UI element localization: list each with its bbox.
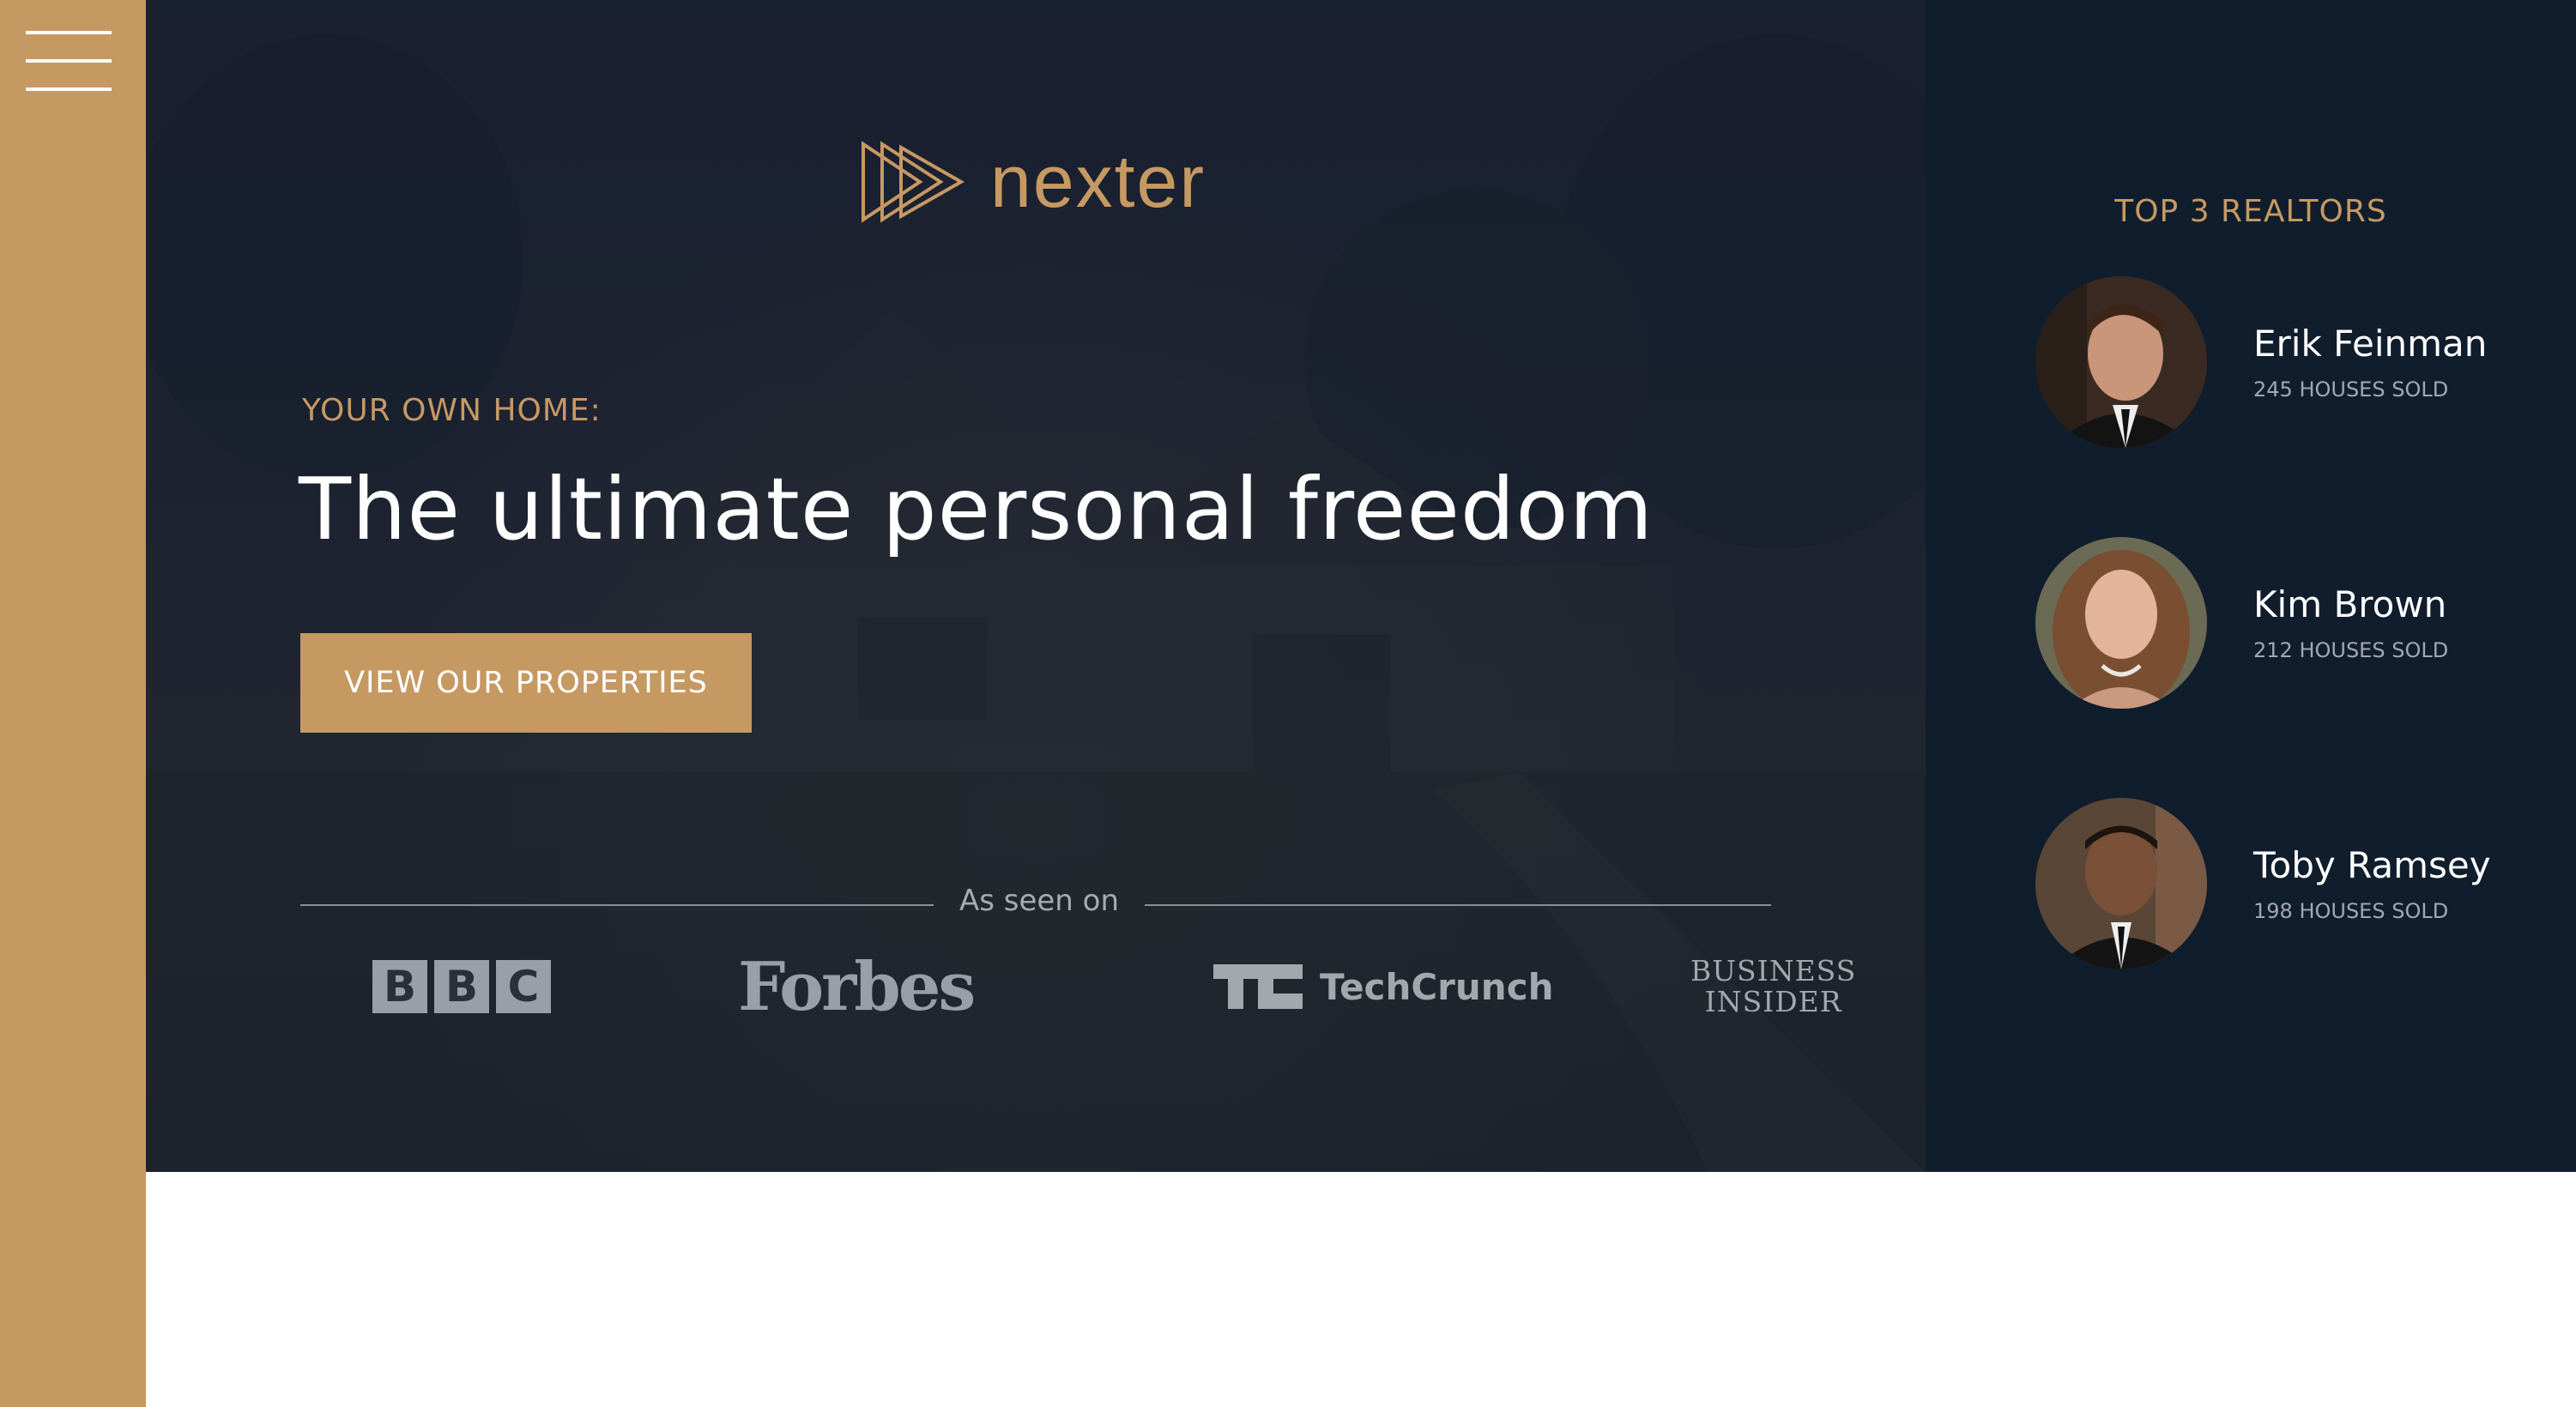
bbc-letter: C: [496, 960, 551, 1013]
techcrunch-mark-icon: [1213, 964, 1303, 1009]
realtor-name: Kim Brown: [2253, 583, 2447, 625]
techcrunch-logo: TechCrunch: [1213, 952, 1554, 1021]
bbc-letter: B: [434, 960, 489, 1013]
as-seen-on-label: As seen on: [958, 884, 1120, 918]
avatar: [2035, 537, 2207, 709]
hero-headline: The ultimate personal freedom: [299, 459, 1654, 559]
hero-eyebrow: YOUR OWN HOME:: [302, 393, 602, 428]
business-insider-line2: INSIDER: [1704, 985, 1842, 1018]
realtor-name: Toby Ramsey: [2253, 844, 2491, 886]
as-seen-on-divider: As seen on: [300, 884, 1771, 927]
divider-line: [300, 904, 934, 906]
press-logos: B B C Forbes TechCrunch BUSINESS INSIDER: [300, 947, 1855, 1026]
avatar: [2035, 798, 2207, 969]
realtor-houses-sold: 212 HOUSES SOLD: [2253, 638, 2449, 662]
business-insider-line1: BUSINESS: [1690, 954, 1857, 987]
realtors-panel: TOP 3 REALTORS Erik Feinman 245 HOUSES S…: [1926, 0, 2576, 1172]
menu-line: [26, 59, 112, 63]
realtor-card[interactable]: Erik Feinman 245 HOUSES SOLD: [2035, 276, 2550, 448]
page: nexter YOUR OWN HOME: The ultimate perso…: [0, 0, 2576, 1407]
techcrunch-wordmark: TechCrunch: [1320, 965, 1554, 1008]
menu-line: [26, 88, 112, 91]
realtor-card[interactable]: Toby Ramsey 198 HOUSES SOLD: [2035, 798, 2550, 969]
bbc-logo: B B C: [372, 952, 558, 1021]
realtor-photo: [2035, 276, 2207, 448]
hamburger-menu-icon[interactable]: [26, 31, 112, 91]
sidebar: [0, 0, 146, 1407]
forbes-logo: Forbes: [738, 947, 976, 1026]
triple-play-triangle-icon: [862, 141, 965, 223]
realtors-title: TOP 3 REALTORS: [2114, 194, 2387, 229]
realtor-houses-sold: 198 HOUSES SOLD: [2253, 899, 2449, 923]
view-properties-button[interactable]: VIEW OUR PROPERTIES: [300, 633, 752, 733]
realtor-houses-sold: 245 HOUSES SOLD: [2253, 377, 2449, 402]
bbc-letter: B: [372, 960, 427, 1013]
realtor-photo: [2035, 537, 2207, 709]
menu-line: [26, 31, 112, 34]
business-insider-logo: BUSINESS INSIDER: [1690, 952, 1856, 1021]
avatar: [2035, 276, 2207, 448]
content-area: [146, 1172, 2576, 1407]
realtor-photo: [2035, 798, 2207, 969]
realtor-name: Erik Feinman: [2253, 323, 2488, 365]
logo-text: nexter: [990, 141, 1206, 223]
divider-line: [1145, 904, 1771, 906]
hero-header: nexter YOUR OWN HOME: The ultimate perso…: [146, 0, 1926, 1172]
logo[interactable]: nexter: [860, 141, 1206, 223]
realtor-card[interactable]: Kim Brown 212 HOUSES SOLD: [2035, 537, 2550, 709]
